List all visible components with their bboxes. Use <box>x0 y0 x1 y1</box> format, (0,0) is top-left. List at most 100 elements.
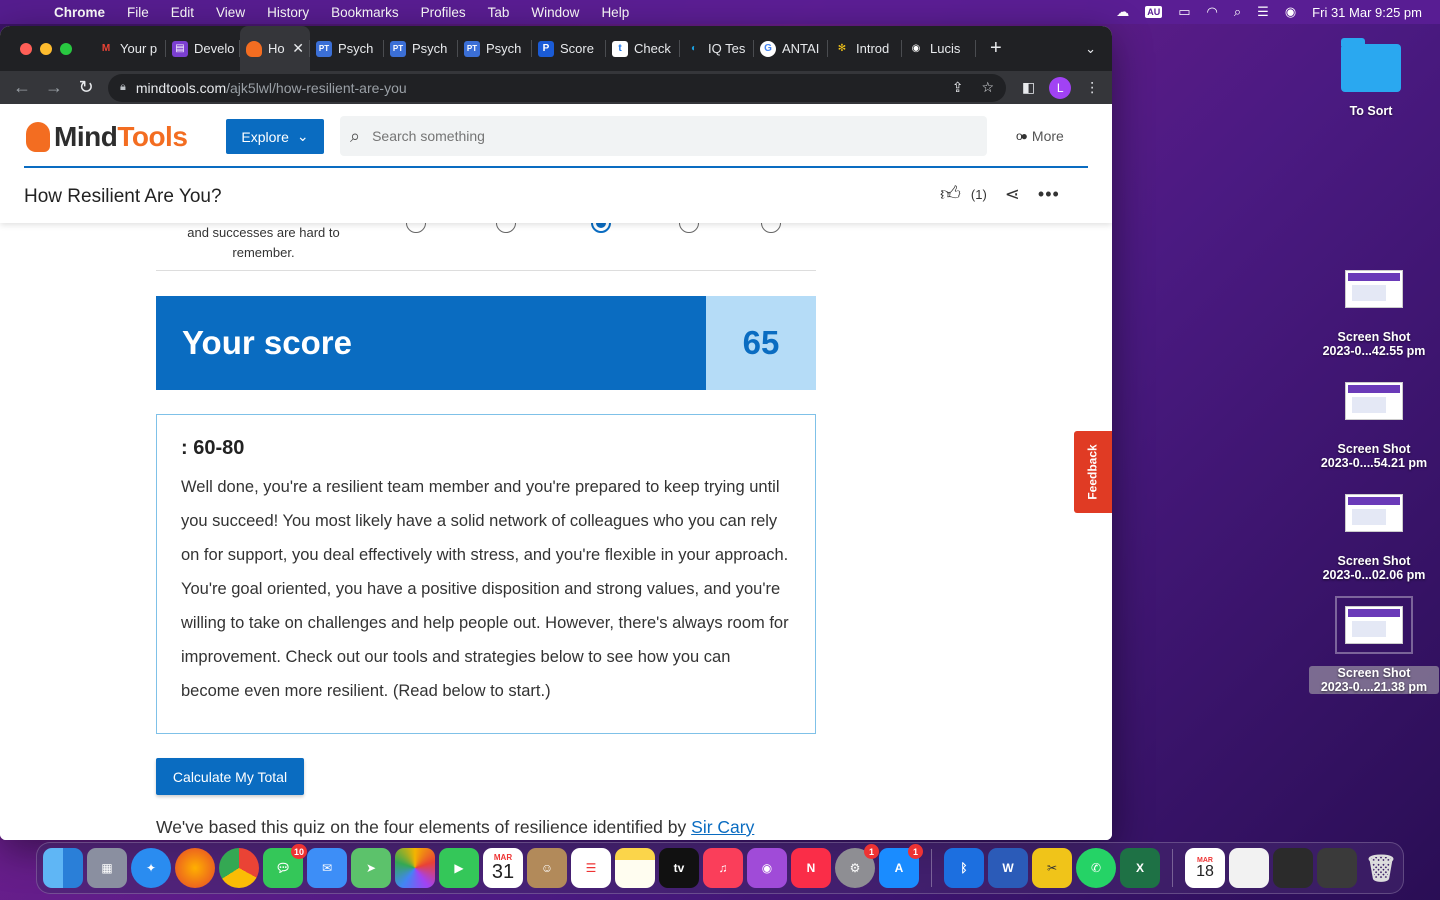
spotlight-search-icon[interactable]: ⌕ <box>1234 4 1241 20</box>
mindtools-logo[interactable]: MindTools <box>26 121 188 153</box>
menu-tab[interactable]: Tab <box>488 5 510 20</box>
browser-tab[interactable]: PT Psych <box>458 26 532 71</box>
photos-icon[interactable] <box>395 848 435 888</box>
menu-clock[interactable]: Fri 31 Mar 9:25 pm <box>1312 5 1422 20</box>
firefox-icon[interactable] <box>175 848 215 888</box>
maps-icon[interactable]: ➤ <box>351 848 391 888</box>
whatsapp-icon[interactable]: ✆ <box>1076 848 1116 888</box>
app-store-icon[interactable]: A1 <box>879 844 923 888</box>
more-options-icon[interactable]: ••• <box>1038 184 1060 205</box>
browser-tab[interactable]: ◉ Lucis <box>902 26 976 71</box>
menu-window[interactable]: Window <box>531 5 579 20</box>
browser-tab[interactable]: t Check <box>606 26 680 71</box>
tab-title: Psych <box>412 41 448 56</box>
browser-tab[interactable]: ✻ Introd <box>828 26 902 71</box>
dock-separator <box>1172 849 1173 887</box>
browser-tab-active[interactable]: Ho ✕ <box>240 26 310 71</box>
menu-view[interactable]: View <box>216 5 245 20</box>
news-icon[interactable]: N <box>791 848 831 888</box>
mail-icon[interactable]: ✉ <box>307 848 347 888</box>
chrome-icon[interactable] <box>219 848 259 888</box>
browser-tab[interactable]: G ANTAI <box>754 26 828 71</box>
word-icon[interactable]: W <box>988 848 1028 888</box>
feedback-tab[interactable]: Feedback <box>1074 431 1112 513</box>
question-text: and successes are hard to remember. <box>187 225 340 260</box>
desktop-screenshot-4[interactable]: Screen Shot 2023-0....21.38 pm <box>1309 596 1439 694</box>
control-center-icon[interactable]: ☰ <box>1257 4 1269 20</box>
excel-icon[interactable]: X <box>1120 848 1160 888</box>
feedback-label: Feedback <box>1086 444 1101 500</box>
search-input[interactable] <box>372 128 933 144</box>
share-page-icon[interactable]: ⇪ <box>952 79 964 96</box>
lock-icon[interactable]: 🔒︎ <box>120 81 126 94</box>
explore-button[interactable]: Explore ⌄ <box>226 119 324 154</box>
browser-tab[interactable]: P Score <box>532 26 606 71</box>
trash-icon[interactable]: 🗑︎ <box>1361 848 1401 888</box>
more-menu[interactable]: o● More <box>1016 128 1064 144</box>
utility-app-icon[interactable]: ✂ <box>1032 848 1072 888</box>
more-label: More <box>1031 128 1064 144</box>
browser-tab[interactable]: ◐ IQ Tes <box>680 26 754 71</box>
browser-tab[interactable]: ▤ Develo <box>166 26 240 71</box>
menu-file[interactable]: File <box>127 5 149 20</box>
tab-search-chevron-icon[interactable]: ⌄ <box>1085 41 1096 57</box>
like-count: (1) <box>970 186 987 202</box>
bluetooth-icon[interactable]: ᛒ <box>944 848 984 888</box>
calculate-total-button[interactable]: Calculate My Total <box>156 758 304 795</box>
podcasts-icon[interactable]: ◉ <box>747 848 787 888</box>
menu-bookmarks[interactable]: Bookmarks <box>331 5 399 20</box>
thumbs-up-icon[interactable]: 👍︎ <box>940 182 961 206</box>
finder-icon[interactable] <box>43 848 83 888</box>
recent-calendar-icon[interactable]: MAR 18 <box>1185 848 1225 888</box>
calendar-icon[interactable]: MAR 31 <box>483 848 523 888</box>
icloud-icon[interactable]: ☁ <box>1116 4 1129 20</box>
menu-history[interactable]: History <box>267 5 309 20</box>
siri-icon[interactable]: ◉ <box>1285 4 1296 20</box>
bookmark-star-icon[interactable]: ☆ <box>981 79 994 96</box>
launchpad-icon[interactable]: ▦ <box>87 848 127 888</box>
menu-app-name[interactable]: Chrome <box>54 5 105 20</box>
reload-icon[interactable]: ↻ <box>70 77 102 98</box>
desktop-screenshot-1[interactable]: Screen Shot 2023-0...42.55 pm <box>1309 270 1439 358</box>
close-tab-icon[interactable]: ✕ <box>292 40 304 57</box>
reminders-icon[interactable]: ☰ <box>571 848 611 888</box>
system-settings-icon[interactable]: ⚙ 1 <box>835 844 879 888</box>
forward-arrow-icon[interactable]: → <box>38 77 70 98</box>
wifi-icon[interactable]: ◠ <box>1207 4 1218 20</box>
recent-window-icon[interactable] <box>1273 848 1313 888</box>
browser-tab[interactable]: M Your p <box>92 26 166 71</box>
zoom-window-button[interactable] <box>60 42 72 55</box>
recent-document-icon[interactable] <box>1229 848 1269 888</box>
chrome-menu-kebab-icon[interactable]: ⋮ <box>1085 79 1099 96</box>
messages-icon[interactable]: 💬︎ 10 <box>263 844 307 888</box>
apple-tv-icon[interactable]: tv <box>659 848 699 888</box>
desktop-screenshot-2[interactable]: Screen Shot 2023-0....54.21 pm <box>1309 382 1439 470</box>
menu-help[interactable]: Help <box>601 5 629 20</box>
music-icon[interactable]: ♫ <box>703 848 743 888</box>
menu-profiles[interactable]: Profiles <box>421 5 466 20</box>
menu-edit[interactable]: Edit <box>171 5 194 20</box>
recent-window-icon[interactable] <box>1317 848 1357 888</box>
profile-avatar[interactable]: L <box>1049 76 1072 99</box>
share-icon[interactable]: ⋖ <box>1005 184 1020 205</box>
browser-tab[interactable]: PT Psych <box>310 26 384 71</box>
side-panel-icon[interactable]: ◧ <box>1022 79 1035 96</box>
desktop-folder-to-sort[interactable]: To Sort <box>1306 38 1436 118</box>
facetime-icon[interactable]: ▶ <box>439 848 479 888</box>
new-tab-plus-icon[interactable]: + <box>990 37 1002 60</box>
safari-icon[interactable]: ✦ <box>131 848 171 888</box>
close-window-button[interactable] <box>20 42 32 55</box>
minimize-window-button[interactable] <box>40 42 52 55</box>
title-actions: 👍︎ (1) ⋖ ••• <box>940 182 1060 206</box>
site-search[interactable]: ⌕ <box>340 116 987 156</box>
back-arrow-icon[interactable]: ← <box>6 77 38 98</box>
browser-tab[interactable]: PT Psych <box>384 26 458 71</box>
input-source-badge[interactable]: AU <box>1145 6 1163 18</box>
notes-icon[interactable] <box>615 848 655 888</box>
screenshot-thumbnail <box>1335 596 1413 654</box>
battery-icon[interactable]: ▭ <box>1178 4 1190 20</box>
address-bar[interactable]: 🔒︎ mindtools.com/ajk5lwl/how-resilient-a… <box>108 73 1006 102</box>
footnote-link[interactable]: Sir Cary <box>691 817 754 837</box>
contacts-icon[interactable]: ☺ <box>527 848 567 888</box>
desktop-screenshot-3[interactable]: Screen Shot 2023-0...02.06 pm <box>1309 494 1439 582</box>
